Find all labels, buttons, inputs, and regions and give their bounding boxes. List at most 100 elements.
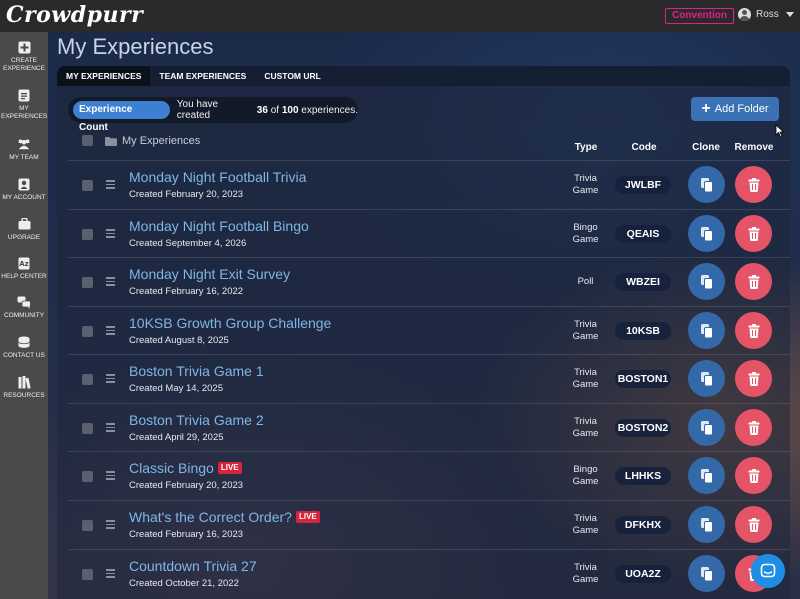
- sidebar-item-create-experience[interactable]: CREATE EXPERIENCE: [0, 40, 48, 73]
- row-checkbox[interactable]: [82, 180, 93, 191]
- experience-type: Trivia Game: [558, 513, 613, 537]
- clone-button[interactable]: [688, 409, 725, 446]
- sidebar-item-label: MY TEAM: [9, 154, 39, 161]
- plus-square-icon: [17, 40, 31, 54]
- sidebar-item-contact-us[interactable]: CONTACT US: [0, 335, 48, 360]
- remove-button[interactable]: [735, 360, 772, 397]
- remove-button[interactable]: [735, 263, 772, 300]
- experience-code[interactable]: QEAIS: [615, 225, 671, 243]
- sidebar-item-my-experiences[interactable]: MY EXPERIENCES: [0, 88, 48, 121]
- experience-name: Monday Night Football Trivia: [129, 169, 307, 185]
- sidebar-item-my-account[interactable]: MY ACCOUNT: [0, 177, 48, 202]
- experience-name-link[interactable]: 10KSB Growth Group Challenge: [129, 315, 331, 331]
- trash-icon: [748, 177, 759, 192]
- drag-handle-icon[interactable]: [106, 374, 115, 385]
- sidebar-item-label: CREATE EXPERIENCE: [3, 57, 45, 72]
- drag-handle-icon[interactable]: [106, 229, 115, 240]
- experience-created-date: Created February 16, 2022: [129, 286, 244, 297]
- sidebar-item-resources[interactable]: RESOURCES: [0, 375, 48, 400]
- row-checkbox[interactable]: [82, 520, 93, 531]
- clone-button[interactable]: [688, 555, 725, 592]
- experience-type-line2: Game: [572, 476, 599, 487]
- clone-button[interactable]: [688, 166, 725, 203]
- row-checkbox[interactable]: [82, 326, 93, 337]
- sidebar-item-help-center[interactable]: Az HELP CENTER: [0, 256, 48, 281]
- trash-icon: [748, 274, 759, 289]
- sidebar-item-my-team[interactable]: MY TEAM: [0, 137, 48, 162]
- clone-button[interactable]: [688, 263, 725, 300]
- experience-code[interactable]: WBZEI: [615, 273, 671, 291]
- remove-button[interactable]: [735, 166, 772, 203]
- experience-code[interactable]: BOSTON1: [615, 370, 671, 388]
- copy-icon: [700, 177, 713, 192]
- drag-handle-icon[interactable]: [106, 180, 115, 191]
- plan-badge[interactable]: Convention: [665, 8, 734, 24]
- remove-button[interactable]: [735, 312, 772, 349]
- briefcase-icon: [17, 217, 31, 231]
- drag-handle-icon[interactable]: [106, 471, 115, 482]
- tab-team-experiences[interactable]: TEAM EXPERIENCES: [150, 66, 255, 86]
- chat-launcher-button[interactable]: [751, 554, 785, 588]
- user-menu[interactable]: Ross: [738, 8, 794, 21]
- experience-type: Trivia Game: [558, 562, 613, 586]
- drag-handle-icon[interactable]: [106, 423, 115, 434]
- experience-type-line1: Trivia: [574, 367, 597, 378]
- clone-button[interactable]: [688, 360, 725, 397]
- experience-type: Trivia Game: [558, 319, 613, 343]
- drag-handle-icon[interactable]: [106, 326, 115, 337]
- books-icon: [17, 375, 31, 389]
- remove-button[interactable]: [735, 457, 772, 494]
- row-checkbox[interactable]: [82, 423, 93, 434]
- experience-type: Poll: [558, 276, 613, 288]
- drag-handle-icon[interactable]: [106, 520, 115, 531]
- experience-name-link[interactable]: Monday Night Football Bingo: [129, 218, 309, 234]
- drag-handle-icon[interactable]: [106, 569, 115, 580]
- experience-name-link[interactable]: What's the Correct Order? LIVE: [129, 509, 320, 525]
- experience-type-line1: Bingo: [573, 464, 598, 475]
- live-badge: LIVE: [295, 511, 320, 523]
- experience-code[interactable]: 10KSB: [615, 322, 671, 340]
- sidebar-item-label: COMMUNITY: [3, 312, 45, 319]
- row-checkbox[interactable]: [82, 229, 93, 240]
- experience-name-link[interactable]: Monday Night Exit Survey: [129, 266, 290, 282]
- trash-icon: [748, 468, 759, 483]
- experience-created-date: Created August 8, 2025: [129, 335, 229, 346]
- experience-name-link[interactable]: Boston Trivia Game 2: [129, 412, 264, 428]
- trash-icon: [748, 420, 759, 435]
- row-checkbox[interactable]: [82, 471, 93, 482]
- row-checkbox[interactable]: [82, 569, 93, 580]
- sidebar-item-label: CONTACT US: [3, 352, 45, 359]
- experience-name-link[interactable]: Countdown Trivia 27: [129, 558, 257, 574]
- sidebar-item-upgrade[interactable]: UPGRADE: [0, 217, 48, 242]
- clone-button[interactable]: [688, 312, 725, 349]
- experience-name-link[interactable]: Boston Trivia Game 1: [129, 363, 264, 379]
- clone-button[interactable]: [688, 457, 725, 494]
- row-checkbox[interactable]: [82, 374, 93, 385]
- tab-my-experiences[interactable]: MY EXPERIENCES: [57, 66, 151, 86]
- add-folder-button[interactable]: + Add Folder: [691, 97, 779, 121]
- remove-button[interactable]: [735, 215, 772, 252]
- experience-created-date: Created April 29, 2025: [129, 432, 224, 443]
- experience-code[interactable]: BOSTON2: [615, 419, 671, 437]
- count-text-prefix: You have created: [176, 99, 219, 121]
- drag-handle-icon[interactable]: [106, 277, 115, 288]
- top-bar: Crowdpurr Convention Ross: [0, 0, 800, 32]
- experience-code[interactable]: JWLBF: [615, 176, 671, 194]
- experience-code[interactable]: LHHKS: [615, 467, 671, 485]
- experience-name-link[interactable]: Monday Night Football Trivia: [129, 169, 306, 185]
- clone-button[interactable]: [688, 506, 725, 543]
- row-checkbox[interactable]: [82, 277, 93, 288]
- experience-code[interactable]: DFKHX: [615, 516, 671, 534]
- experience-code[interactable]: UOA2Z: [615, 565, 671, 583]
- select-all-checkbox[interactable]: [82, 135, 93, 146]
- experience-name: Boston Trivia Game 2: [129, 412, 264, 428]
- remove-button[interactable]: [735, 409, 772, 446]
- clone-button[interactable]: [688, 215, 725, 252]
- experience-name-link[interactable]: Classic Bingo LIVE: [129, 460, 242, 476]
- sidebar-item-community[interactable]: COMMUNITY: [0, 295, 48, 320]
- column-header-type: Type: [574, 142, 598, 153]
- remove-button[interactable]: [735, 506, 772, 543]
- tab-custom-url[interactable]: CUSTOM URL: [255, 66, 330, 86]
- app-logo[interactable]: Crowdpurr: [6, 2, 143, 28]
- add-folder-label: Add Folder: [714, 103, 769, 115]
